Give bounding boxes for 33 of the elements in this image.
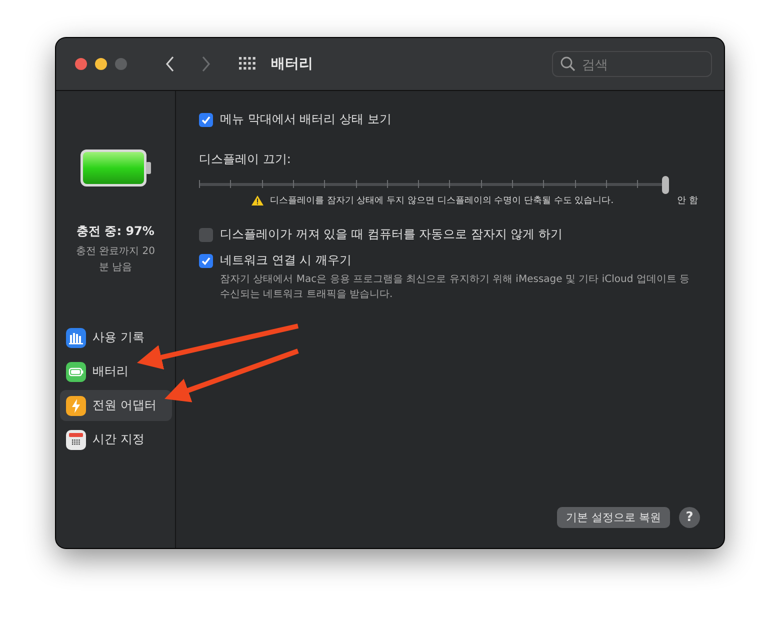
- checkbox-label: 메뉴 막대에서 배터리 상태 보기: [220, 111, 392, 128]
- slider-track[interactable]: [199, 176, 669, 192]
- grid-icon[interactable]: [239, 57, 257, 71]
- checkbox-label: 디스플레이가 꺼져 있을 때 컴퓨터를 자동으로 잠자지 않게 하기: [220, 226, 563, 243]
- calendar-icon: [66, 430, 86, 450]
- minimize-button[interactable]: [95, 58, 107, 70]
- checkbox[interactable]: [199, 228, 213, 242]
- checkbox[interactable]: [199, 112, 213, 126]
- sidebar-item[interactable]: 배터리: [60, 356, 172, 387]
- checkbox[interactable]: [199, 254, 213, 268]
- back-icon[interactable]: [165, 56, 175, 72]
- search-field[interactable]: 검색: [552, 51, 712, 77]
- battery-icon: [66, 362, 86, 382]
- help-button[interactable]: ?: [679, 507, 700, 528]
- bar-chart-icon: [66, 328, 86, 348]
- slider-thumb[interactable]: [662, 176, 669, 194]
- restore-defaults-button[interactable]: 기본 설정으로 복원: [557, 507, 670, 528]
- warning-icon: [251, 195, 264, 206]
- sidebar-item[interactable]: 전원 어댑터: [60, 390, 172, 421]
- window-title: 배터리: [271, 55, 313, 73]
- sidebar-item[interactable]: 사용 기록: [60, 322, 172, 353]
- sidebar-item[interactable]: 시간 지정: [60, 424, 172, 455]
- slider-end-label: 안 함: [677, 195, 698, 207]
- charging-status: 충전 중: 97%: [76, 223, 154, 240]
- battery-icon: [80, 149, 152, 187]
- close-button[interactable]: [75, 58, 87, 70]
- checkbox-label: 네트워크 연결 시 깨우기: [220, 252, 352, 269]
- search-icon: [560, 56, 576, 72]
- slider-label: 디스플레이 끄기:: [199, 152, 291, 166]
- warning-text: 디스플레이를 잠자기 상태에 두지 않으면 디스플레이의 수명이 단축될 수도 있습니다.: [270, 195, 614, 207]
- time-remaining: 충전 완료까지 20 분 남음: [74, 245, 156, 275]
- description-text: 잠자기 상태에서 Mac은 응용 프로그램을 최신으로 유지하기 위해 iMessage 및 기타 iCloud 업데이트 등 수신되는 네트워크 트래픽을 받습니다.: [220, 273, 691, 302]
- lightning-icon: [66, 396, 86, 416]
